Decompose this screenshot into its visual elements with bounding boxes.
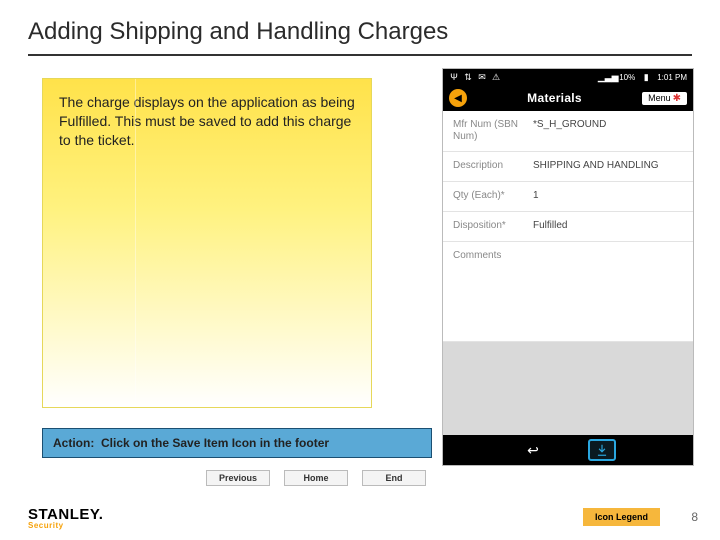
signal-icon: ▁▃▅ [603,72,613,82]
row-comments[interactable]: Comments [443,242,693,342]
row-value: 1 [533,190,683,201]
row-value: *S_H_GROUND [533,119,683,130]
back-icon[interactable]: ◀ [449,89,467,107]
psi-icon: Ψ [449,72,459,82]
row-disposition[interactable]: Disposition* Fulfilled [443,212,693,242]
battery-icon: ▮ [641,72,651,82]
note-text: The charge displays on the application a… [59,94,355,148]
row-label: Description [453,160,525,172]
phone-mock: Ψ ⇅ ✉ ⚠ ▁▃▅ 10% ▮ 1:01 PM ◀ Materials Me… [442,68,694,466]
page-title: Adding Shipping and Handling Charges [28,18,692,46]
phone-footer: ↩ [443,435,693,465]
end-button[interactable]: End [362,470,426,486]
arrows-icon: ⇅ [463,72,473,82]
row-value: Fulfilled [533,220,683,231]
row-label: Qty (Each)* [453,190,525,202]
phone-appbar: ◀ Materials Menu ✱ [443,85,693,111]
phone-form: Mfr Num (SBN Num) *S_H_GROUND Descriptio… [443,111,693,435]
action-box: Action: Click on the Save Item Icon in t… [42,428,432,458]
content-area: The charge displays on the application a… [28,68,692,468]
battery-text: 10% [619,73,635,82]
action-label: Action: [53,436,94,450]
note-divider [135,79,136,407]
action-text: Click on the Save Item Icon in the foote… [101,436,329,450]
row-description[interactable]: Description SHIPPING AND HANDLING [443,152,693,182]
menu-label: Menu [648,93,671,103]
home-button[interactable]: Home [284,470,348,486]
menu-button[interactable]: Menu ✱ [642,92,687,105]
row-label: Mfr Num (SBN Num) [453,119,525,143]
warning-icon: ⚠ [491,72,501,82]
row-label: Comments [453,250,525,262]
footer-back-icon[interactable]: ↩ [520,440,546,460]
row-qty[interactable]: Qty (Each)* 1 [443,182,693,212]
icon-legend-button[interactable]: Icon Legend [583,508,660,526]
gear-icon: ✱ [673,93,681,104]
nav-buttons: Previous Home End [206,470,426,486]
phone-statusbar: Ψ ⇅ ✉ ⚠ ▁▃▅ 10% ▮ 1:01 PM [443,69,693,85]
save-item-icon[interactable] [588,439,616,461]
mail-icon: ✉ [477,72,487,82]
time-text: 1:01 PM [657,73,687,82]
title-rule [28,54,692,56]
appbar-title: Materials [527,91,582,105]
row-value: SHIPPING AND HANDLING [533,160,683,171]
brand-logo: STANLEY. Security [28,506,103,530]
row-label: Disposition* [453,220,525,232]
note-box: The charge displays on the application a… [42,78,372,408]
page-number: 8 [691,510,698,524]
previous-button[interactable]: Previous [206,470,270,486]
row-mfr[interactable]: Mfr Num (SBN Num) *S_H_GROUND [443,111,693,152]
